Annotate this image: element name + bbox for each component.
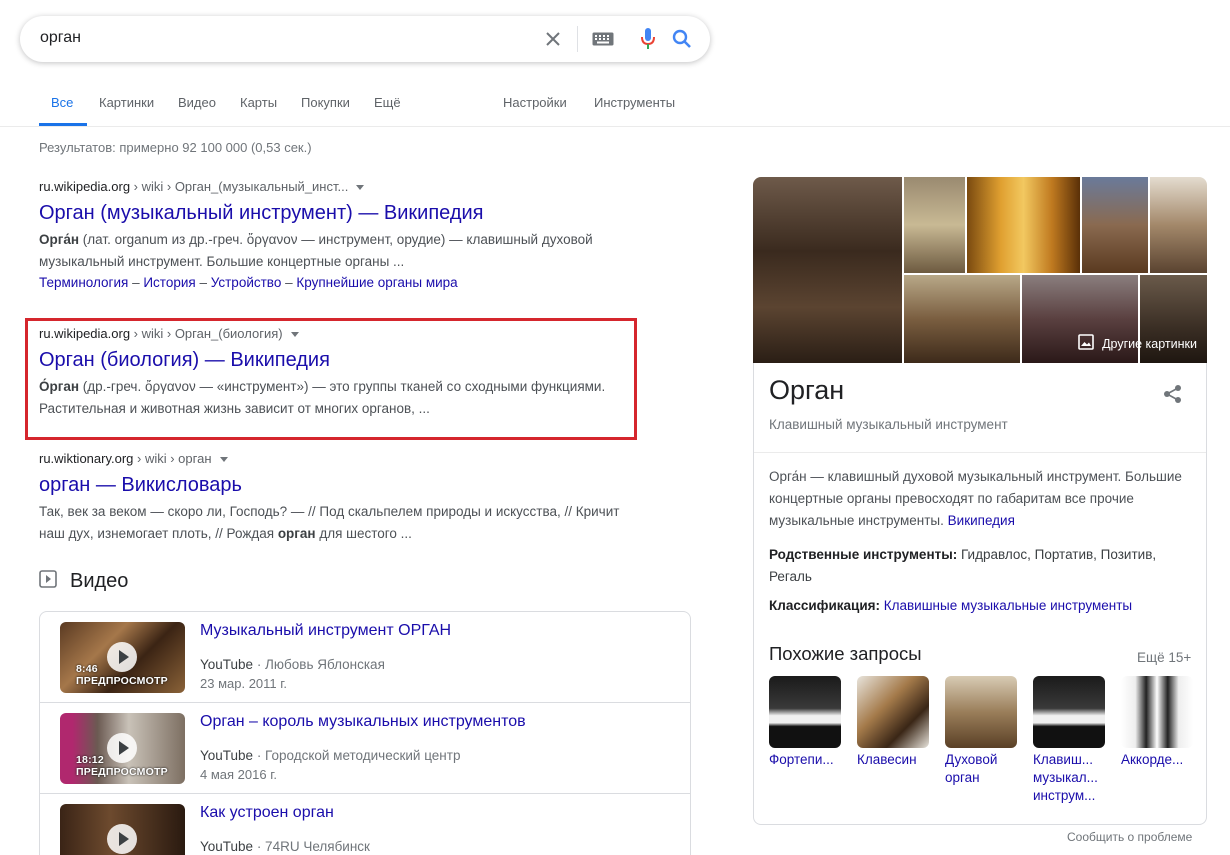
- kp-subtitle: Клавишный музыкальный инструмент: [769, 417, 1008, 432]
- knowledge-panel-images: Другие картинки: [753, 177, 1207, 363]
- tab-video[interactable]: Видео: [178, 95, 216, 110]
- video-list: 8:46 ПРЕДПРОСМОТР Музыкальный инструмент…: [39, 611, 691, 855]
- result-snippet: Орга́н (лат. organum из др.-греч. ὄργανο…: [39, 232, 593, 269]
- play-icon[interactable]: [107, 824, 137, 854]
- video-title-link[interactable]: Как устроен орган: [200, 804, 334, 822]
- search-tabs: Все Картинки Видео Карты Покупки Ещё Нас…: [0, 80, 1230, 127]
- tab-images[interactable]: Картинки: [99, 95, 154, 110]
- divider: [577, 26, 578, 52]
- result-stats: Результатов: примерно 92 100 000 (0,53 с…: [39, 140, 312, 155]
- video-source: YouTube · Любовь Яблонская: [200, 657, 385, 672]
- video-section-heading: Видео: [39, 570, 128, 593]
- kp-related-instruments: Родственные инструменты: Гидравлос, Порт…: [769, 547, 1157, 584]
- tab-all[interactable]: Все: [51, 95, 73, 110]
- sitelink[interactable]: История: [143, 275, 195, 290]
- video-thumbnail[interactable]: 8:46 ПРЕДПРОСМОТР: [60, 622, 185, 693]
- share-icon[interactable]: [1162, 383, 1184, 410]
- sitelink[interactable]: Терминология: [39, 275, 128, 290]
- chevron-down-icon[interactable]: [219, 457, 228, 463]
- kp-classification: Классификация: Клавишные музыкальные инс…: [769, 598, 1133, 613]
- similar-item-image[interactable]: [857, 676, 929, 748]
- chevron-down-icon[interactable]: [356, 185, 365, 191]
- tab-settings[interactable]: Настройки: [503, 95, 567, 110]
- video-source: YouTube · 74RU Челябинск: [200, 839, 370, 854]
- report-problem-link[interactable]: Сообщить о проблеме: [1067, 830, 1192, 844]
- image-icon: [1078, 334, 1094, 353]
- organ-image[interactable]: [967, 177, 1080, 273]
- video-duration: 18:12 ПРЕДПРОСМОТР: [76, 754, 168, 778]
- similar-item[interactable]: Фортепи...: [769, 676, 844, 769]
- sitelink[interactable]: Крупнейшие органы мира: [296, 275, 457, 290]
- result-url[interactable]: ru.wikipedia.org › wiki › Орган_(музыкал…: [39, 177, 639, 197]
- chevron-down-icon[interactable]: [290, 332, 299, 338]
- tab-maps[interactable]: Карты: [240, 95, 277, 110]
- similar-more-link[interactable]: Ещё 15+: [1137, 650, 1191, 665]
- more-images-link[interactable]: Другие картинки: [1078, 334, 1197, 353]
- divider: [754, 452, 1206, 453]
- video-thumbnail[interactable]: [60, 804, 185, 855]
- sitelink[interactable]: Устройство: [211, 275, 282, 290]
- wikipedia-link[interactable]: Википедия: [948, 513, 1015, 528]
- video-duration: 8:46 ПРЕДПРОСМОТР: [76, 663, 168, 687]
- close-icon[interactable]: [538, 16, 568, 62]
- organ-image[interactable]: [904, 275, 1020, 363]
- similar-item[interactable]: Духовой орган: [945, 676, 1020, 787]
- video-item[interactable]: 8:46 ПРЕДПРОСМОТР Музыкальный инструмент…: [40, 612, 690, 703]
- organ-image[interactable]: [904, 177, 965, 273]
- search-result: ru.wikipedia.org › wiki › Орган_(музыкал…: [39, 177, 639, 293]
- result-title-link[interactable]: орган — Викисловарь: [39, 472, 639, 498]
- video-item[interactable]: 18:12 ПРЕДПРОСМОТР Орган – король музыка…: [40, 703, 690, 794]
- video-source: YouTube · Городской методический центр: [200, 748, 461, 763]
- tab-tools[interactable]: Инструменты: [594, 95, 675, 110]
- video-date: 4 мая 2016 г.: [200, 767, 277, 782]
- video-icon: [39, 570, 57, 593]
- kp-description: Орга́н — клавишный духовой музыкальный и…: [769, 469, 1182, 528]
- result-url[interactable]: ru.wikipedia.org › wiki › Орган_(биологи…: [39, 324, 639, 344]
- similar-item-image[interactable]: [1033, 676, 1105, 748]
- classification-link[interactable]: Клавишные музыкальные инструменты: [884, 598, 1132, 613]
- tab-shopping[interactable]: Покупки: [301, 95, 350, 110]
- result-snippet: О́рган (др.-греч. ὄργανον — «инструмент»…: [39, 379, 606, 416]
- video-title-link[interactable]: Музыкальный инструмент ОРГАН: [200, 622, 451, 640]
- result-title-link[interactable]: Орган (биология) — Википедия: [39, 347, 639, 373]
- organ-image[interactable]: [1150, 177, 1207, 273]
- knowledge-panel: Орган Клавишный музыкальный инструмент О…: [753, 363, 1207, 825]
- similar-item[interactable]: Клавиш... музыкал... инструм...: [1033, 676, 1108, 805]
- similar-searches-heading: Похожие запросы: [769, 643, 922, 664]
- search-bar: орган: [20, 16, 710, 62]
- similar-item-image[interactable]: [1121, 676, 1193, 748]
- organ-image[interactable]: [1082, 177, 1148, 273]
- video-date: 23 мар. 2011 г.: [200, 676, 288, 691]
- kp-title: Орган: [769, 375, 845, 405]
- keyboard-icon[interactable]: [588, 16, 618, 62]
- result-snippet: Так, век за веком — скоро ли, Господь? —…: [39, 504, 620, 541]
- microphone-icon[interactable]: [633, 16, 663, 62]
- video-title-link[interactable]: Орган – король музыкальных инструментов: [200, 713, 526, 731]
- video-thumbnail[interactable]: 18:12 ПРЕДПРОСМОТР: [60, 713, 185, 784]
- search-result: ru.wikipedia.org › wiki › Орган_(биологи…: [39, 324, 639, 420]
- similar-item[interactable]: Аккорде...: [1121, 676, 1196, 769]
- result-url[interactable]: ru.wiktionary.org › wiki › орган: [39, 449, 639, 469]
- sitelinks: Терминология – История – Устройство – Кр…: [39, 275, 458, 290]
- tab-more[interactable]: Ещё: [374, 95, 401, 110]
- similar-item-image[interactable]: [769, 676, 841, 748]
- video-item[interactable]: Как устроен орган YouTube · 74RU Челябин…: [40, 794, 690, 855]
- search-input[interactable]: орган: [40, 29, 81, 47]
- organ-image[interactable]: [753, 177, 902, 363]
- search-result: ru.wiktionary.org › wiki › орган орган —…: [39, 449, 639, 545]
- search-icon[interactable]: [667, 16, 697, 62]
- similar-item-image[interactable]: [945, 676, 1017, 748]
- result-title-link[interactable]: Орган (музыкальный инструмент) — Википед…: [39, 200, 639, 226]
- active-tab-indicator: [39, 123, 87, 126]
- similar-item[interactable]: Клавесин: [857, 676, 932, 769]
